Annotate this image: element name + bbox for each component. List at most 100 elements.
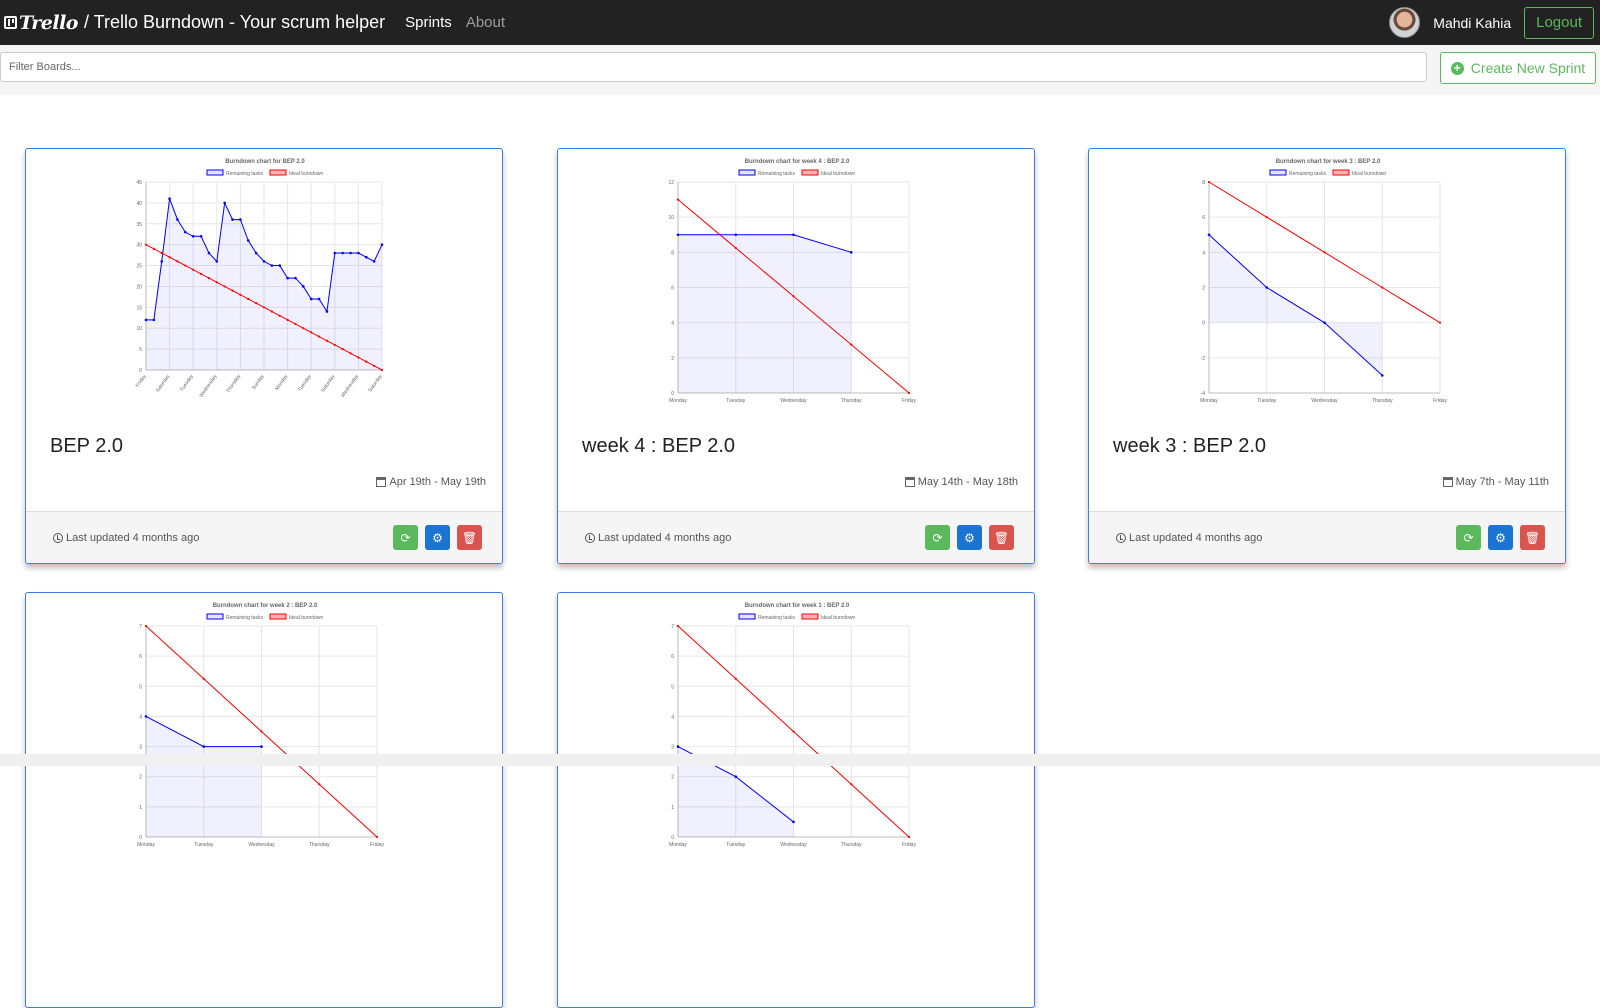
refresh-button[interactable]: ⟳	[1456, 525, 1481, 550]
remaining-point	[372, 260, 376, 263]
remaining-point	[364, 255, 368, 259]
sprint-name[interactable]: week 4 : BEP 2.0	[582, 435, 735, 458]
sprint-card[interactable]: Burndown chart for week 1 : BEP 2.0 Remai…	[557, 592, 1035, 1008]
trello-board-icon	[4, 16, 17, 29]
y-tick-label: 2	[671, 356, 674, 362]
card-actions: ⟳ ⚙ 🗑	[1449, 525, 1545, 550]
nav-link-sprints[interactable]: Sprints	[405, 14, 452, 31]
y-tick-label: 7	[139, 624, 142, 630]
y-tick-label: 2	[671, 775, 674, 781]
y-tick-label: 3	[671, 745, 674, 751]
y-tick-label: 6	[671, 654, 674, 660]
ideal-point	[223, 285, 226, 288]
remaining-area	[678, 234, 852, 393]
remaining-point	[325, 310, 329, 313]
y-tick-label: 25	[136, 264, 142, 270]
ideal-point	[380, 368, 384, 372]
sprint-name[interactable]: BEP 2.0	[50, 435, 123, 458]
ideal-point	[262, 306, 266, 309]
top-navbar: Trello / Trello Burndown - Your scrum he…	[0, 0, 1600, 45]
create-new-sprint-button[interactable]: + Create New Sprint	[1440, 52, 1596, 84]
settings-button[interactable]: ⚙	[1488, 525, 1513, 550]
remaining-point	[191, 235, 195, 238]
x-tick-label: Monday	[1200, 398, 1218, 404]
avatar[interactable]	[1389, 7, 1421, 38]
remaining-point	[184, 230, 187, 234]
sprint-name[interactable]: week 3 : BEP 2.0	[1113, 435, 1266, 458]
y-tick-label: 30	[136, 243, 142, 249]
ideal-point	[302, 327, 305, 330]
burndown-chart: Burndown chart for BEP 2.0 Remaining task…	[135, 159, 384, 399]
remaining-point	[215, 260, 219, 263]
logout-button[interactable]: Logout	[1524, 6, 1594, 39]
ideal-point	[375, 835, 379, 839]
y-tick-label: 4	[671, 321, 674, 327]
remaining-point	[349, 251, 352, 255]
ideal-point	[676, 198, 680, 201]
sprint-card[interactable]: Burndown chart for week 2 : BEP 2.0 Remai…	[25, 592, 503, 1008]
remaining-point	[286, 276, 289, 280]
remaining-point	[254, 251, 258, 255]
ideal-point	[792, 730, 795, 733]
cog-icon: ⚙	[432, 530, 443, 545]
card-footer: Last updated 4 months ago ⟳ ⚙ 🗑	[558, 511, 1034, 563]
settings-button[interactable]: ⚙	[957, 525, 982, 550]
burndown-chart: Burndown chart for week 3 : BEP 2.0 Remai…	[1200, 159, 1447, 404]
y-tick-label: 8	[671, 250, 674, 256]
clock-icon	[1116, 533, 1126, 543]
y-tick-label: 1	[671, 805, 674, 811]
y-tick-label: 8	[1202, 180, 1205, 186]
delete-button[interactable]: 🗑	[1520, 525, 1545, 550]
ideal-point	[734, 246, 737, 250]
legend-label-ideal: Ideal burndown	[821, 615, 855, 621]
delete-button[interactable]: 🗑	[989, 525, 1014, 550]
y-tick-label: 0	[139, 368, 142, 374]
remaining-point	[357, 251, 360, 255]
card-footer: Last updated 4 months ago ⟳ ⚙ 🗑	[26, 511, 502, 563]
x-tick-label: Saturday	[155, 373, 172, 393]
cog-icon: ⚙	[1495, 530, 1506, 545]
ideal-point	[176, 260, 179, 263]
refresh-button[interactable]: ⟳	[925, 525, 950, 550]
legend-swatch-remaining	[738, 613, 756, 620]
delete-button[interactable]: 🗑	[457, 525, 482, 550]
ideal-point	[907, 391, 911, 395]
clock-icon	[53, 533, 63, 543]
remaining-point	[792, 233, 795, 237]
x-tick-label: Wednesday	[198, 373, 218, 398]
burndown-chart: Burndown chart for week 1 : BEP 2.0 Remai…	[669, 603, 916, 848]
refresh-button[interactable]: ⟳	[393, 525, 418, 550]
y-tick-label: 5	[139, 347, 142, 353]
ideal-point	[160, 251, 163, 255]
y-tick-label: 4	[671, 714, 674, 720]
filter-boards-input[interactable]	[0, 52, 1427, 82]
ideal-point	[270, 310, 273, 313]
ideal-point	[199, 272, 203, 276]
sprint-dates: Apr 19th - May 19th	[376, 476, 486, 488]
y-tick-label: 0	[1202, 321, 1205, 327]
sprint-card[interactable]: Burndown chart for week 4 : BEP 2.0 Remai…	[557, 148, 1035, 564]
sprint-card[interactable]: Burndown chart for BEP 2.0 Remaining task…	[25, 148, 503, 564]
remaining-point	[309, 297, 313, 301]
ideal-point	[907, 835, 911, 839]
x-tick-label: Wednesday	[1311, 398, 1338, 404]
legend-swatch-ideal	[269, 613, 287, 620]
legend-swatch-ideal	[801, 613, 819, 620]
clock-icon	[585, 533, 595, 543]
remaining-point	[1380, 374, 1384, 377]
nav-link-about[interactable]: About	[466, 14, 505, 31]
ideal-point	[349, 352, 352, 355]
remaining-point	[676, 233, 680, 237]
x-tick-label: Wednesday	[340, 373, 360, 398]
brand[interactable]: Trello / Trello Burndown - Your scrum he…	[4, 12, 385, 34]
ideal-point	[144, 243, 148, 246]
legend-swatch-remaining	[206, 169, 224, 176]
y-tick-label: 12	[668, 180, 674, 186]
sprint-card[interactable]: Burndown chart for week 3 : BEP 2.0 Remai…	[1088, 148, 1566, 564]
user-name[interactable]: Mahdi Kahia	[1433, 15, 1511, 31]
ideal-point	[318, 783, 321, 786]
legend-label-remaining: Remaining tasks	[758, 171, 795, 177]
settings-button[interactable]: ⚙	[425, 525, 450, 550]
legend-label-ideal: Ideal burndown	[1352, 171, 1386, 177]
chart-title: Burndown chart for week 4 : BEP 2.0	[745, 159, 850, 165]
